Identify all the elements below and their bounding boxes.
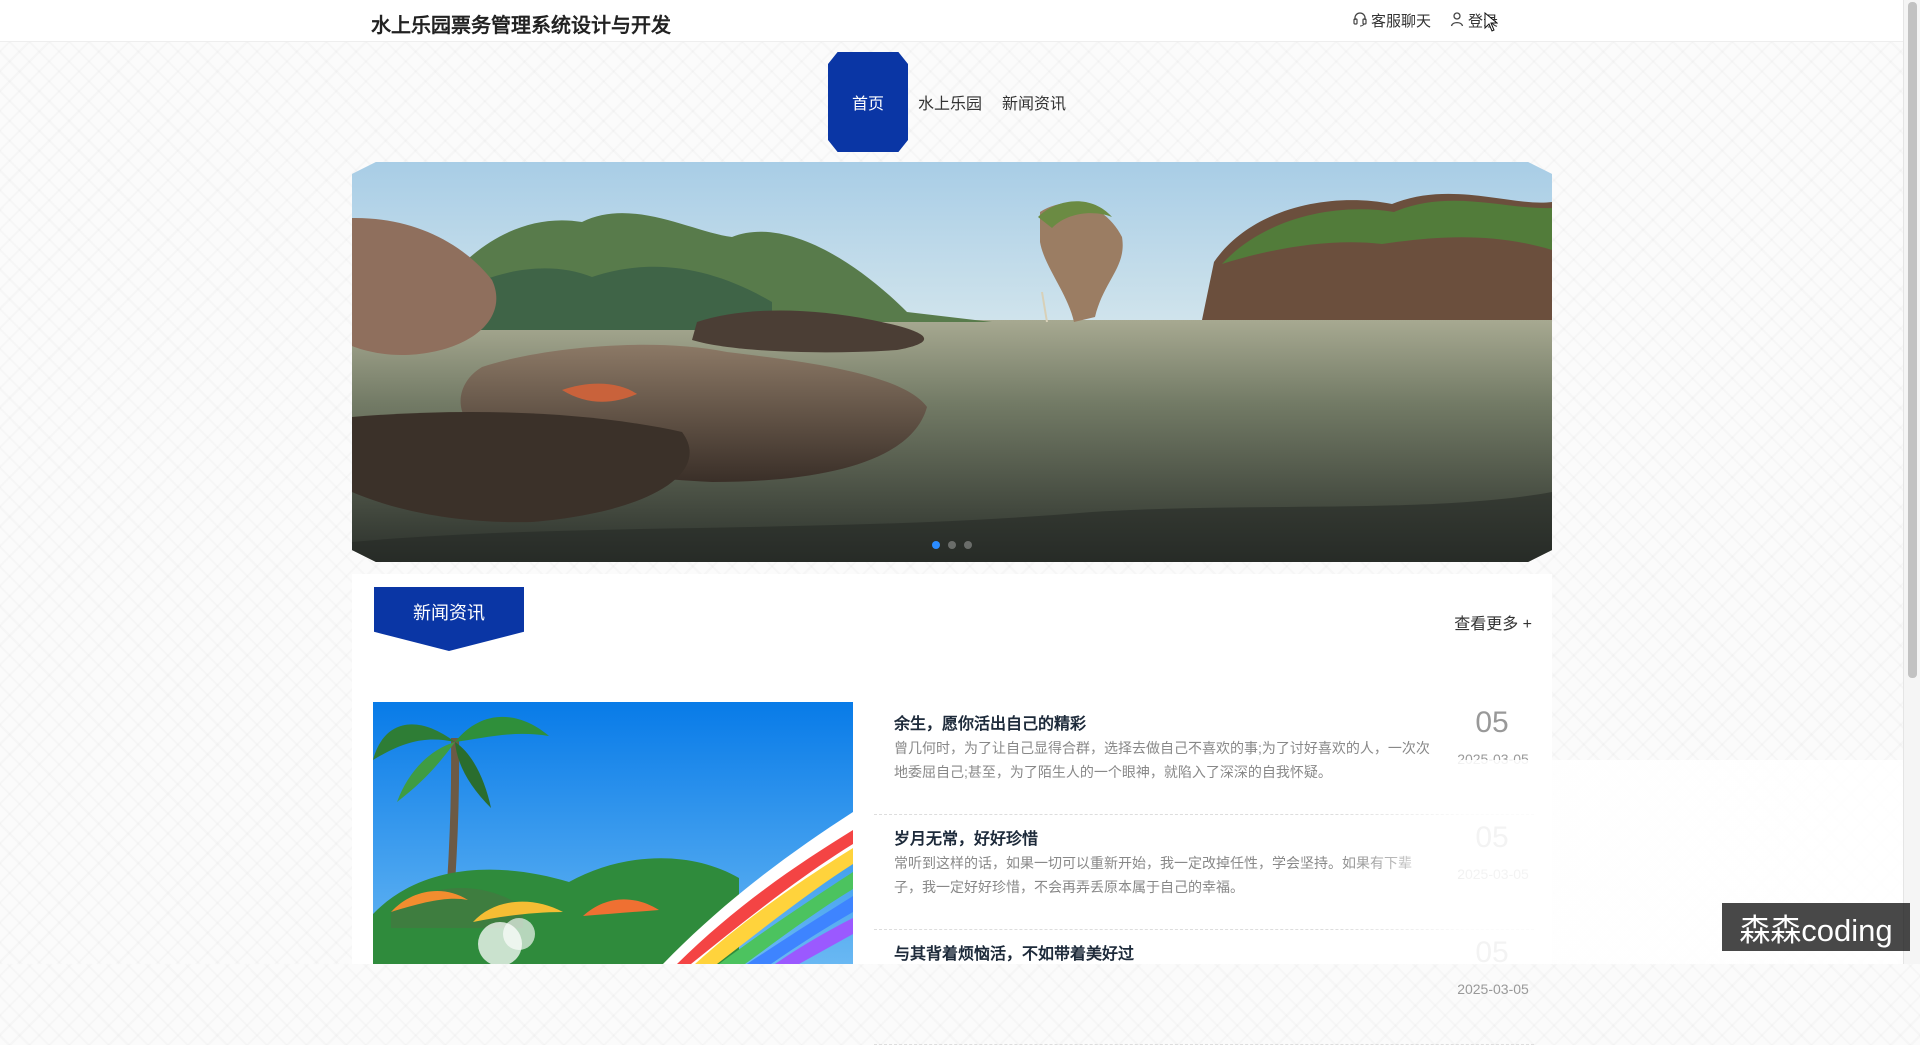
carousel-dot-3[interactable]	[964, 541, 972, 549]
news-date: 2025-03-05	[1457, 866, 1529, 882]
news-section-title: 新闻资讯	[374, 587, 524, 651]
hero-carousel[interactable]	[352, 162, 1552, 562]
news-section: 新闻资讯 查看更多 + 余生，愿你活出自己的精彩 曾几何时，为了让自己显得合群，…	[352, 574, 1552, 1045]
news-title: 岁月无常，好好珍惜	[894, 831, 1039, 848]
news-item[interactable]: 岁月无常，好好珍惜 常听到这样的话，如果一切可以重新开始，我一定改掉任性，学会坚…	[874, 815, 1534, 930]
news-date: 2025-03-05	[1457, 981, 1529, 997]
chat-link-label: 客服聊天	[1371, 13, 1432, 30]
water-park-featured-image[interactable]	[373, 702, 853, 964]
news-day: 05	[1475, 821, 1509, 854]
news-day: 05	[1475, 936, 1509, 969]
nav-home[interactable]: 首页	[828, 52, 908, 152]
news-item[interactable]: 余生，愿你活出自己的精彩 曾几何时，为了让自己显得合群，选择去做自己不喜欢的事;…	[874, 700, 1534, 815]
news-list: 余生，愿你活出自己的精彩 曾几何时，为了让自己显得合群，选择去做自己不喜欢的事;…	[874, 700, 1534, 1045]
site-title: 水上乐园票务管理系统设计与开发	[371, 15, 671, 37]
headset-icon	[1352, 11, 1368, 31]
news-date: 2025-03-05	[1457, 751, 1529, 767]
carousel-indicators	[932, 541, 972, 549]
top-actions: 客服聊天 登录	[1352, 10, 1498, 31]
nav-news-label: 新闻资讯	[1002, 96, 1067, 113]
main-nav: 首页 水上乐园 新闻资讯	[828, 52, 1076, 152]
mouse-pointer-icon	[1484, 12, 1498, 32]
watermark: 森森coding	[1722, 903, 1910, 951]
news-item[interactable]: 与其背着烦恼活，不如带着美好过 05 2025-03-05	[874, 930, 1534, 1045]
nav-home-label: 首页	[851, 96, 884, 113]
news-summary: 常听到这样的话，如果一切可以重新开始，我一定改掉任性，学会坚持。如果有下辈子，我…	[894, 855, 1412, 895]
nav-water-park[interactable]: 水上乐园	[908, 52, 992, 152]
news-title: 余生，愿你活出自己的精彩	[894, 716, 1087, 733]
top-bar: 水上乐园票务管理系统设计与开发 客服聊天 登录	[0, 0, 1903, 42]
carousel-dot-1[interactable]	[932, 541, 940, 549]
chat-link[interactable]: 客服聊天	[1352, 10, 1431, 31]
user-icon	[1449, 11, 1465, 31]
news-title: 与其背着烦恼活，不如带着美好过	[894, 946, 1135, 963]
landscape-banner-image	[352, 162, 1552, 562]
view-more-link[interactable]: 查看更多 +	[1454, 610, 1532, 634]
news-day: 05	[1475, 706, 1509, 739]
nav-news[interactable]: 新闻资讯	[992, 52, 1076, 152]
scrollbar-thumb[interactable]	[1908, 2, 1917, 678]
carousel-dot-2[interactable]	[948, 541, 956, 549]
news-summary: 曾几何时，为了让自己显得合群，选择去做自己不喜欢的事;为了讨好喜欢的人，一次次地…	[894, 740, 1430, 780]
vertical-scrollbar[interactable]	[1903, 0, 1920, 964]
nav-water-park-label: 水上乐园	[918, 96, 983, 113]
